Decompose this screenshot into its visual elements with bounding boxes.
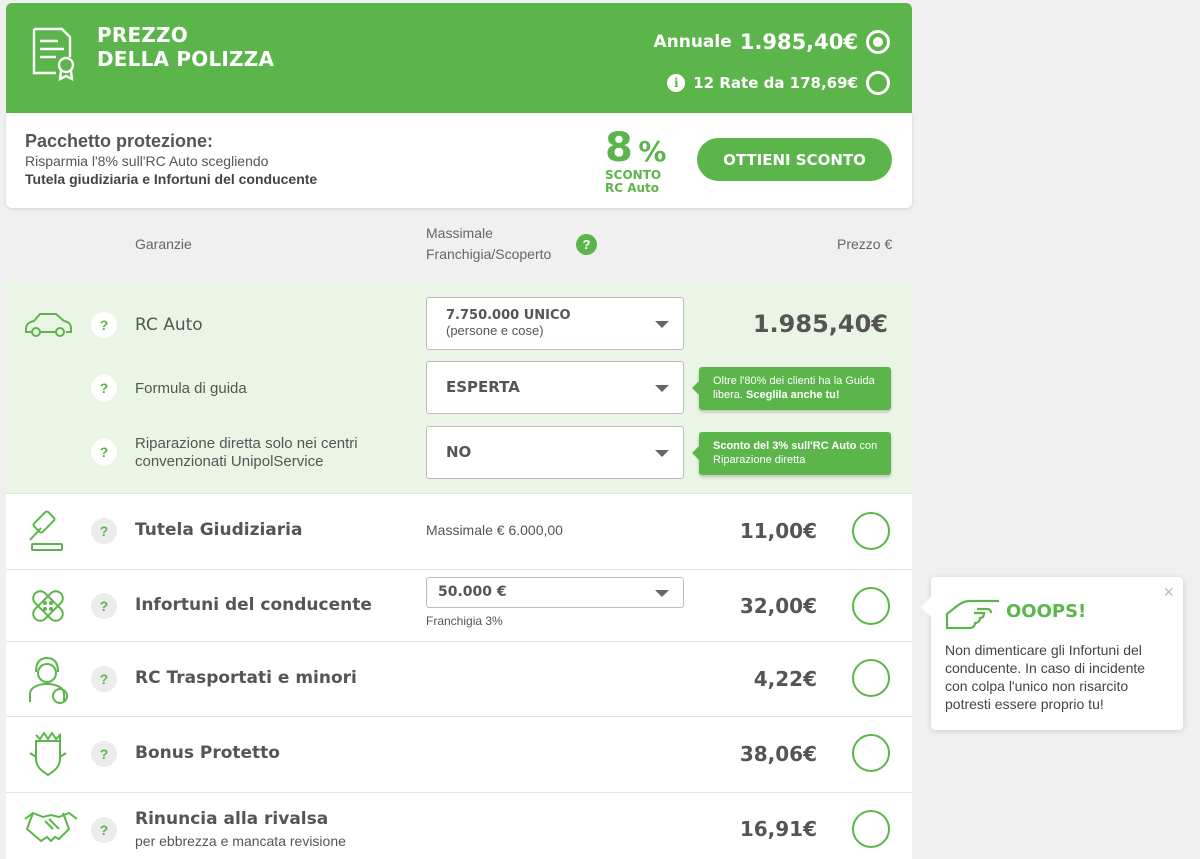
infortuni-radio[interactable] [852, 587, 890, 625]
tutela-radio[interactable] [852, 512, 890, 550]
bonus-radio[interactable] [852, 734, 890, 772]
infortuni-help-icon[interactable]: ? [91, 593, 117, 619]
bonus-help-icon[interactable]: ? [91, 741, 117, 767]
row-price: 32,00€ [739, 594, 817, 618]
riparazione-tooltip: Sconto del 3% sull'RC Auto con Riparazio… [692, 432, 891, 475]
column-prezzo: Prezzo € [837, 236, 893, 252]
reminder-popup: OOOPS! × Non dimenticare gli Infortuni d… [921, 577, 1183, 730]
annual-radio[interactable] [866, 30, 890, 54]
column-garanzie: Garanzie [135, 236, 192, 252]
row-price: 16,91€ [739, 817, 817, 841]
page-title: PREZZO DELLA POLIZZA [97, 23, 274, 71]
rc-auto-select-sub: (persone e cose) [446, 323, 544, 338]
riparazione-select[interactable]: NO [426, 426, 684, 479]
passenger-icon [29, 656, 68, 704]
row-label: Rinuncia alla rivalsa [135, 809, 329, 829]
rc-auto-massimale-select[interactable]: 7.750.000 UNICO (persone e cose) [426, 297, 684, 350]
infortuni-select[interactable]: 50.000 € [426, 577, 684, 608]
bandage-icon [32, 590, 64, 622]
chevron-down-icon [655, 450, 669, 457]
title-line-1: PREZZO [97, 23, 188, 47]
protection-package-banner: Pacchetto protezione: Risparmia l'8% sul… [6, 113, 912, 208]
table-row: ? RC Trasportati e minori 4,22€ [6, 641, 912, 716]
info-icon[interactable]: i [667, 74, 686, 92]
table-row: ? Infortuni del conducente 50.000 € Fran… [6, 569, 912, 641]
riparazione-select-value: NO [446, 443, 472, 461]
tutela-help-icon[interactable]: ? [91, 518, 117, 544]
chevron-down-icon [655, 590, 669, 597]
infortuni-select-value: 50.000 € [438, 584, 507, 600]
table-row: ? Rinuncia alla rivalsa per ebbrezza e m… [6, 792, 912, 859]
row-label: Infortuni del conducente [135, 595, 372, 615]
riparazione-tip-bold: Sconto del 3% sull'RC Auto [713, 440, 857, 452]
row-label: RC Trasportati e minori [135, 668, 357, 688]
chevron-down-icon [655, 385, 669, 392]
row-detail: Franchigia 3% [426, 614, 503, 628]
installments-radio[interactable] [866, 71, 890, 95]
formula-select[interactable]: ESPERTA [426, 361, 684, 414]
title-line-2: DELLA POLIZZA [97, 47, 275, 71]
car-icon [25, 313, 72, 337]
riparazione-label-line1: Riparazione diretta solo nei centri [135, 435, 358, 452]
table-row: ? Tutela Giudiziaria Massimale € 6.000,0… [6, 493, 912, 569]
policy-document-icon [32, 27, 75, 81]
installments-option[interactable]: i 12 Rate da 178,69€ [667, 71, 890, 95]
promo-text: Risparmia l'8% sull'RC Auto scegliendo [25, 153, 269, 169]
pointing-hand-icon [945, 599, 999, 630]
column-massimale-line1: Massimale [426, 225, 493, 241]
formula-select-value: ESPERTA [446, 378, 520, 396]
column-massimale-line2: Franchigia/Scoperto [426, 246, 552, 262]
handshake-icon [24, 811, 77, 843]
price-header: PREZZO DELLA POLIZZA Annuale 1.985,40€ i… [6, 3, 912, 113]
riparazione-label: Riparazione diretta solo nei centri conv… [135, 435, 358, 471]
shield-badge-icon [29, 731, 67, 777]
column-massimale: Massimale Franchigia/Scoperto [426, 223, 551, 265]
massimale-help-icon[interactable]: ? [576, 234, 597, 255]
promo-title: Pacchetto protezione: [25, 131, 214, 151]
promo-text-bold: Tutela giudiziaria e Infortuni del condu… [25, 171, 318, 187]
popup-title: OOOPS! [1006, 601, 1087, 622]
annual-option[interactable]: Annuale 1.985,40€ [653, 30, 890, 54]
trasportati-radio[interactable] [852, 659, 890, 697]
discount-number: 8 [605, 125, 633, 171]
discount-percent: % [638, 135, 667, 168]
annual-label: Annuale [653, 32, 732, 52]
formula-tooltip: Oltre l'80% dei clienti ha la Guida libe… [692, 367, 891, 410]
annual-value: 1.985,40€ [739, 30, 858, 54]
row-detail: Massimale € 6.000,00 [426, 522, 563, 538]
discount-badge: 8 % SCONTO RC Auto [605, 127, 666, 195]
rc-auto-select-value: 7.750.000 UNICO [446, 308, 571, 323]
row-sublabel: per ebbrezza e mancata revisione [135, 833, 346, 849]
rc-auto-label: RC Auto [135, 315, 203, 335]
rc-auto-price: 1.985,40€ [752, 310, 888, 338]
formula-help-icon[interactable]: ? [91, 375, 117, 401]
table-row: ? Bonus Protetto 38,06€ [6, 716, 912, 792]
row-price: 4,22€ [753, 667, 817, 691]
row-price: 11,00€ [739, 519, 817, 543]
discount-sublabel: RC Auto [605, 181, 660, 195]
riparazione-help-icon[interactable]: ? [91, 439, 117, 465]
close-icon[interactable]: × [1163, 582, 1174, 603]
row-label: Bonus Protetto [135, 743, 280, 763]
formula-label: Formula di guida [135, 380, 247, 397]
popup-text: Non dimenticare gli Infortuni del conduc… [945, 642, 1146, 712]
gavel-icon [29, 510, 63, 551]
trasportati-help-icon[interactable]: ? [91, 666, 117, 692]
chevron-down-icon [655, 321, 669, 328]
row-label: Tutela Giudiziaria [135, 520, 303, 540]
formula-tip-bold: Sceglila anche tu! [746, 389, 840, 401]
rc-auto-section: ? RC Auto 7.750.000 UNICO (persone e cos… [6, 281, 912, 493]
row-price: 38,06€ [739, 742, 817, 766]
rivalsa-radio[interactable] [852, 810, 890, 848]
installments-label: 12 Rate da 178,69€ [693, 74, 858, 92]
riparazione-label-line2: convenzionati UnipolService [135, 453, 324, 470]
get-discount-button[interactable]: OTTIENI SCONTO [697, 138, 892, 181]
rc-auto-help-icon[interactable]: ? [91, 312, 117, 338]
rivalsa-help-icon[interactable]: ? [91, 817, 117, 843]
